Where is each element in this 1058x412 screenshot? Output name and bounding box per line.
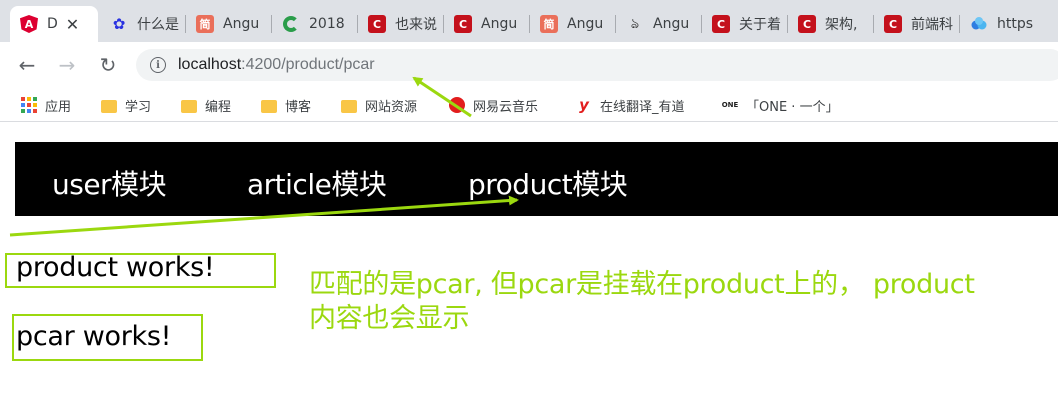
bookmarks-bar: 应用 学习 编程 博客 网站资源 网易云音乐 y 在线翻译_有道 ONE 「ON… bbox=[0, 88, 1058, 122]
bookmark-label: 「ONE · 一个」 bbox=[746, 99, 839, 115]
tab-title: 关于着 bbox=[739, 17, 781, 33]
folder-icon bbox=[341, 99, 357, 113]
address-bar[interactable]: i localhost:4200/product/pcar bbox=[136, 49, 1058, 81]
baidu-paw-icon: ✿ bbox=[112, 15, 126, 33]
green-c-icon bbox=[282, 15, 300, 33]
annotation-line-1: 匹配的是pcar, 但pcar是挂载在product上的， product bbox=[309, 269, 975, 300]
bookmark-label: 博客 bbox=[285, 99, 312, 115]
tab[interactable]: ✿ 什么是 bbox=[100, 6, 186, 42]
apps-grid-icon bbox=[21, 97, 37, 113]
tab-title: Angu bbox=[223, 16, 260, 32]
annotation-line-2: 内容也会显示 bbox=[309, 303, 470, 334]
reload-button[interactable]: ↻ bbox=[95, 52, 121, 78]
tab[interactable]: C 关于着 bbox=[702, 6, 788, 42]
app-navbar: user模块 article模块 product模块 bbox=[15, 142, 1058, 216]
tab-title: Angu bbox=[567, 16, 604, 32]
bookmark-label: 在线翻译_有道 bbox=[600, 99, 685, 115]
csdn-icon: C bbox=[884, 15, 902, 33]
csdn-icon: C bbox=[454, 15, 472, 33]
bookmark-one[interactable]: ONE 「ONE · 一个」 bbox=[722, 94, 839, 116]
tab-title: 什么是 bbox=[137, 17, 179, 33]
jianshu-icon: 简 bbox=[540, 15, 558, 33]
forward-button[interactable]: → bbox=[54, 52, 80, 78]
folder-icon bbox=[261, 99, 277, 113]
bookmark-label: 网易云音乐 bbox=[473, 99, 539, 115]
bookmark-youdao[interactable]: y 在线翻译_有道 bbox=[576, 94, 685, 116]
angular-icon: A bbox=[20, 15, 38, 33]
tab-title: Angu bbox=[481, 16, 518, 32]
nav-link-user[interactable]: user模块 bbox=[52, 163, 167, 203]
url-host: localhost bbox=[178, 56, 242, 73]
tab-title: 也来说 bbox=[395, 17, 437, 33]
bookmark-netease[interactable]: 网易云音乐 bbox=[449, 94, 538, 116]
tab[interactable]: C 也来说 bbox=[358, 6, 444, 42]
one-icon: ONE bbox=[721, 101, 739, 109]
csdn-icon: C bbox=[798, 15, 816, 33]
tab[interactable]: https bbox=[960, 6, 1058, 42]
info-icon[interactable]: i bbox=[150, 57, 166, 73]
cloud-icon bbox=[970, 15, 988, 33]
tab-strip: A D ✕ ✿ 什么是 简 Angu 2018 C 也来说 C Angu 简 A… bbox=[0, 0, 1058, 42]
url-path: :4200/product/pcar bbox=[241, 56, 375, 73]
tab[interactable]: ঌ Angu bbox=[616, 6, 702, 42]
bookmark-label: 应用 bbox=[45, 99, 72, 115]
tab[interactable]: 2018 bbox=[272, 6, 358, 42]
tab-title: 前端科 bbox=[911, 17, 953, 33]
nav-link-article[interactable]: article模块 bbox=[247, 163, 387, 203]
url-text[interactable]: localhost:4200/product/pcar bbox=[178, 56, 375, 74]
csdn-icon: C bbox=[368, 15, 386, 33]
netease-music-icon bbox=[449, 97, 465, 113]
tab[interactable]: C 前端科 bbox=[874, 6, 960, 42]
tab-title: Angu bbox=[653, 16, 690, 32]
bookmark-label: 学习 bbox=[125, 99, 152, 115]
annotation-box-product bbox=[5, 253, 276, 288]
bookmark-label: 网站资源 bbox=[365, 99, 418, 115]
annotation-note: 匹配的是pcar, 但pcar是挂载在product上的， product 内容… bbox=[309, 268, 1049, 336]
csdn-icon: C bbox=[712, 15, 730, 33]
bookmark-folder[interactable]: 网站资源 bbox=[341, 94, 417, 116]
bookmark-folder[interactable]: 学习 bbox=[101, 94, 151, 116]
tab[interactable]: C Angu bbox=[444, 6, 530, 42]
bookmark-folder[interactable]: 博客 bbox=[261, 94, 311, 116]
annotation-box-pcar bbox=[12, 314, 203, 361]
tab[interactable]: 简 Angu bbox=[530, 6, 616, 42]
jianshu-icon: 简 bbox=[196, 15, 214, 33]
feather-icon: ঌ bbox=[630, 16, 640, 32]
tab-active[interactable]: A D ✕ bbox=[10, 6, 98, 42]
browser-toolbar: ← → ↻ i localhost:4200/product/pcar bbox=[0, 42, 1058, 88]
tab[interactable]: C 架构, bbox=[788, 6, 874, 42]
tab-title: https bbox=[997, 16, 1034, 32]
bookmark-folder[interactable]: 编程 bbox=[181, 94, 231, 116]
tab-title: D bbox=[47, 16, 58, 32]
tab[interactable]: 简 Angu bbox=[186, 6, 272, 42]
tab-title: 2018 bbox=[309, 16, 345, 32]
tab-title: 架构, bbox=[825, 17, 858, 33]
folder-icon bbox=[181, 99, 197, 113]
bookmark-apps[interactable]: 应用 bbox=[21, 94, 71, 116]
youdao-icon: y bbox=[579, 96, 589, 114]
bookmark-label: 编程 bbox=[205, 99, 232, 115]
back-button[interactable]: ← bbox=[14, 52, 40, 78]
close-icon[interactable]: ✕ bbox=[66, 15, 79, 34]
folder-icon bbox=[101, 99, 117, 113]
nav-link-product[interactable]: product模块 bbox=[468, 163, 628, 203]
